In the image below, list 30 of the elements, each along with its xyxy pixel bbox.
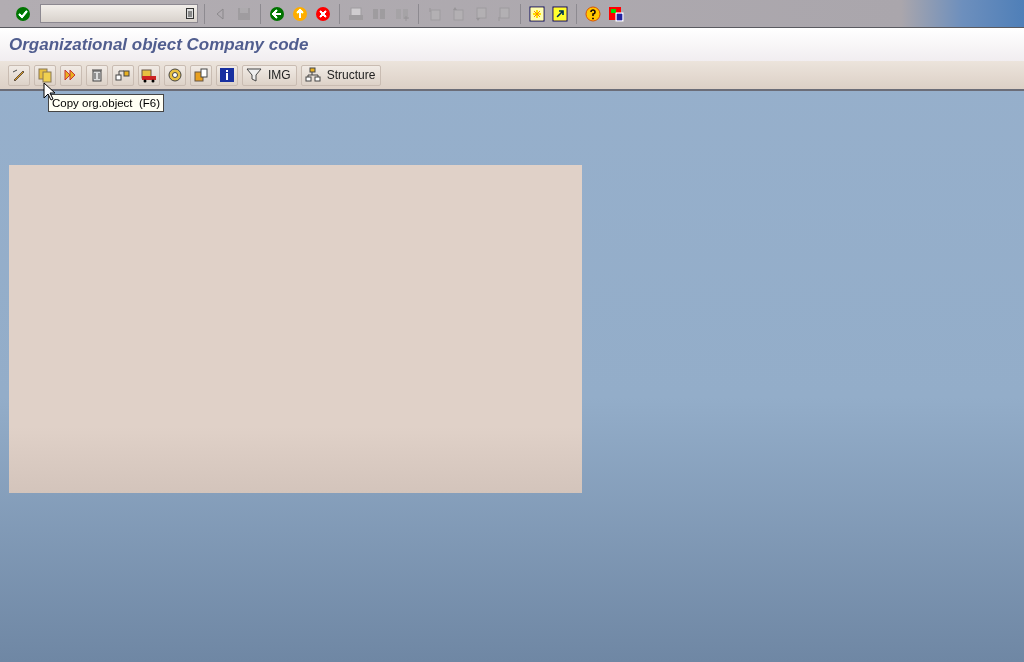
tooltip: Copy org.object (F6)	[48, 94, 164, 112]
structure-button[interactable]: Structure	[300, 64, 382, 86]
shortcut-button[interactable]	[550, 3, 570, 24]
change-icon	[11, 67, 27, 83]
back-icon	[269, 5, 285, 22]
export-button[interactable]	[190, 64, 212, 86]
screen-title: Organizational object Company code	[9, 35, 309, 55]
enter-icon	[15, 5, 31, 22]
copy-button[interactable]	[34, 64, 56, 86]
info-button[interactable]	[216, 64, 238, 86]
filter-button[interactable]: IMG	[242, 64, 297, 86]
cancel-icon	[315, 5, 331, 22]
shortcut-icon	[552, 5, 568, 22]
transport-button[interactable]	[138, 64, 160, 86]
copy-all-button[interactable]	[60, 64, 82, 86]
check-button[interactable]	[164, 64, 186, 86]
command-field[interactable]	[40, 4, 198, 23]
help-button[interactable]	[583, 3, 603, 24]
mouse-pointer-icon	[43, 82, 55, 101]
info-icon	[219, 67, 235, 83]
assign-button[interactable]	[112, 64, 134, 86]
structure-icon	[304, 67, 321, 83]
filter-icon	[246, 67, 262, 83]
transport-icon	[141, 67, 157, 83]
change-button[interactable]	[8, 64, 30, 86]
print-icon	[348, 5, 364, 22]
dropdown-list-icon	[186, 8, 194, 19]
copy-icon	[37, 67, 53, 83]
help-icon	[585, 5, 601, 22]
delete-button[interactable]	[86, 64, 108, 86]
